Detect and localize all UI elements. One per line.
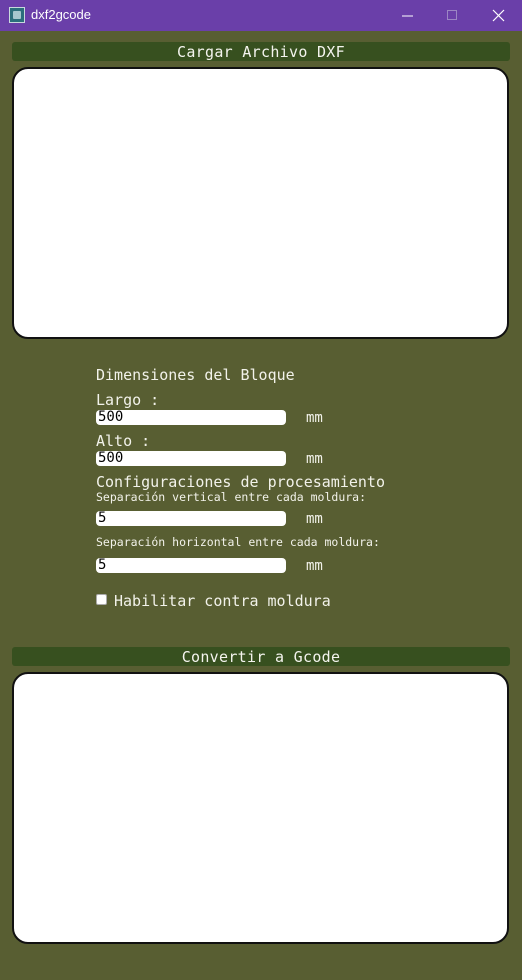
title-bar[interactable]: dxf2gcode bbox=[0, 0, 522, 31]
alto-input[interactable] bbox=[96, 451, 286, 466]
gcode-output-panel bbox=[12, 672, 509, 944]
largo-label: Largo : bbox=[96, 391, 160, 409]
alto-unit: mm bbox=[306, 451, 323, 467]
alto-label: Alto : bbox=[96, 432, 151, 450]
contra-moldura-checkbox[interactable] bbox=[96, 594, 107, 605]
horizontal-separation-unit: mm bbox=[306, 558, 323, 574]
vertical-separation-label: Separación vertical entre cada moldura: bbox=[96, 490, 367, 504]
load-dxf-button[interactable]: Cargar Archivo DXF bbox=[12, 42, 510, 61]
close-icon bbox=[492, 9, 505, 22]
convert-gcode-button[interactable]: Convertir a Gcode bbox=[12, 647, 510, 666]
window-title: dxf2gcode bbox=[31, 7, 91, 22]
minimize-icon bbox=[402, 15, 413, 17]
app-icon bbox=[9, 7, 25, 23]
contra-moldura-label[interactable]: Habilitar contra moldura bbox=[114, 592, 331, 610]
horizontal-separation-input[interactable] bbox=[96, 558, 286, 573]
vertical-separation-unit: mm bbox=[306, 511, 323, 527]
close-button[interactable] bbox=[476, 0, 522, 31]
largo-unit: mm bbox=[306, 410, 323, 426]
maximize-icon bbox=[447, 10, 457, 20]
vertical-separation-input[interactable] bbox=[96, 511, 286, 526]
largo-input[interactable] bbox=[96, 410, 286, 425]
horizontal-separation-label: Separación horizontal entre cada moldura… bbox=[96, 535, 380, 549]
maximize-button[interactable] bbox=[430, 0, 476, 31]
block-dimensions-heading: Dimensiones del Bloque bbox=[96, 366, 295, 384]
processing-heading: Configuraciones de procesamiento bbox=[96, 473, 385, 491]
minimize-button[interactable] bbox=[385, 0, 431, 31]
dxf-preview-panel bbox=[12, 67, 509, 339]
